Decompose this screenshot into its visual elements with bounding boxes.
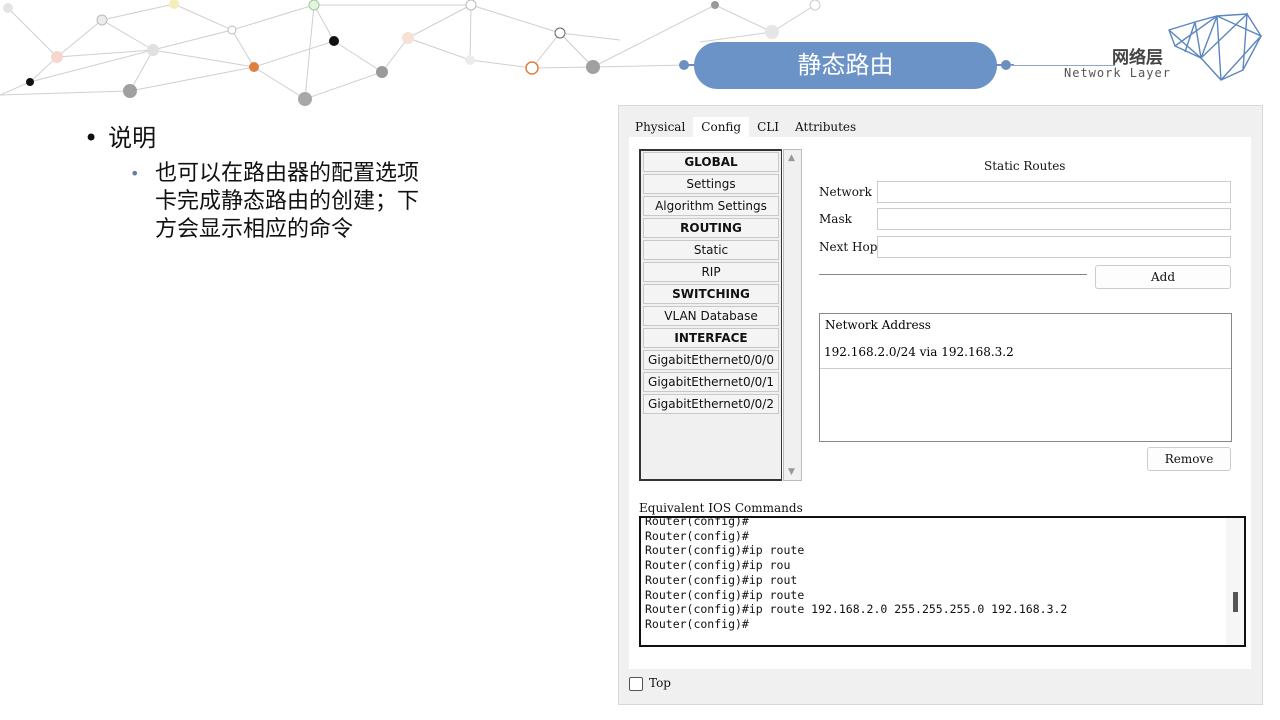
bullet2-line-2: 卡完成静态路由的创建；下 [155,189,420,214]
bullet-level2: • 也可以在路由器的配置选项 卡完成静态路由的创建；下 方会显示相应的命令 [130,160,450,244]
nav-scrollbar[interactable]: ▲ ▼ [783,149,802,481]
checkbox-icon[interactable] [629,676,643,691]
command-line: Router(config)# [645,528,749,543]
config-panel: GLOBAL Settings Algorithm Settings ROUTING S… [629,137,1251,669]
bullet2-line-1: 也可以在路由器的配置选项 [155,161,420,186]
nav-item-gigabitethernet0-0-0[interactable]: GigabitEthernet0/0/0 [643,350,779,370]
console-scrollbar[interactable] [1226,518,1244,645]
nav-item-switching[interactable]: SWITCHING [643,284,779,304]
page-title: 静态路由 [694,42,997,89]
mask-label: Mask [819,212,852,226]
brand-english: Network Layer [1064,66,1171,80]
equivalent-commands-label: Equivalent IOS Commands [639,501,803,515]
network-address-list: Network Address 192.168.2.0/24 via 192.1… [819,313,1232,442]
nav-item-rip[interactable]: RIP [643,262,779,282]
network-address-header: Network Address [825,318,931,332]
scroll-up-icon[interactable]: ▲ [788,153,795,163]
next-hop-input[interactable] [877,236,1231,258]
top-checkbox[interactable]: Top [629,676,671,691]
network-label: Network [819,185,872,199]
next-hop-label: Next Hop [819,240,878,254]
nav-item-gigabitethernet0-0-2[interactable]: GigabitEthernet0/0/2 [643,394,779,414]
nav-item-static[interactable]: Static [643,240,779,260]
command-line: Router(config)#ip route 192.168.2.0 255.… [645,602,1068,617]
command-line: Router(config)# [645,616,749,631]
command-line: Router(config)#ip rout [645,572,798,587]
tab-physical[interactable]: Physical [627,117,693,137]
tab-cli[interactable]: CLI [749,117,787,137]
bullet-dot-icon: • [84,124,99,152]
command-line: Router(config)#ip route [645,543,805,558]
scroll-down-icon[interactable]: ▼ [788,467,795,477]
wireframe-logo-icon [1168,12,1263,81]
command-lines: Router(config)# Router(config)# Router(con… [645,516,1068,632]
command-line: Router(config)#ip rou [645,558,791,573]
bullet-text: 说明 [108,124,157,152]
nav-item-interface[interactable]: INTERFACE [643,328,779,348]
route-list-item[interactable]: 192.168.2.0/24 via 192.168.3.2 [824,345,1014,359]
tab-attributes[interactable]: Attributes [787,117,864,137]
nav-item-settings[interactable]: Settings [643,174,779,194]
add-button[interactable]: Add [1095,265,1231,289]
nav-item-vlan-database[interactable]: VLAN Database [643,306,779,326]
remove-button[interactable]: Remove [1147,447,1231,471]
console-scroll-thumb[interactable] [1233,592,1238,612]
config-nav-list: GLOBAL Settings Algorithm Settings ROUTING S… [639,149,782,481]
list-divider [820,368,1231,369]
command-line: Router(config)# [645,516,749,528]
command-line: Router(config)#ip route [645,587,805,602]
brand-chinese: 网络层 [1112,48,1163,68]
bullet2-line-3: 方会显示相应的命令 [155,217,354,242]
ios-commands-console[interactable]: Router(config)# Router(config)# Router(con… [639,516,1246,647]
nav-item-global[interactable]: GLOBAL [643,152,779,172]
top-checkbox-label: Top [649,676,671,690]
nav-item-routing[interactable]: ROUTING [643,218,779,238]
network-input[interactable] [877,181,1231,203]
mask-input[interactable] [877,208,1231,230]
title-dot-left [679,60,689,70]
nav-item-algorithm-settings[interactable]: Algorithm Settings [643,196,779,216]
router-config-window: Physical Config CLI Attributes GLOBAL Settin… [618,105,1263,705]
form-separator [819,274,1087,275]
bullet-dot-icon: • [130,164,140,183]
tab-bar: Physical Config CLI Attributes [627,116,864,140]
network-graph-decoration [0,0,821,106]
nav-item-gigabitethernet0-0-1[interactable]: GigabitEthernet0/0/1 [643,372,779,392]
bullet-level1: • 说明 [84,118,156,153]
static-routes-title: Static Routes [984,159,1066,173]
